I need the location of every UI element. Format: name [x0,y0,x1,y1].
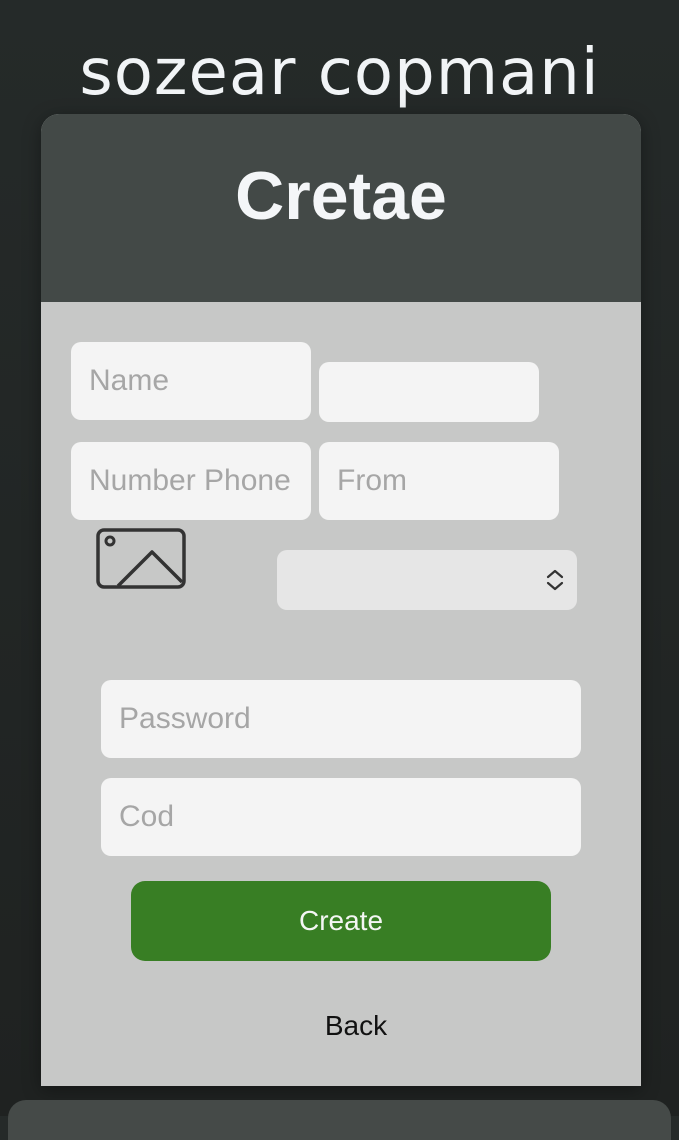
category-select-input[interactable] [277,550,577,610]
code-input[interactable] [101,778,581,856]
password-input[interactable] [101,680,581,758]
site-title: sozear copmani [79,36,600,110]
image-icon[interactable] [96,528,188,592]
card-header: Cretae [41,114,641,302]
create-card: Cretae Create Back [41,114,641,1086]
name-input[interactable] [71,342,311,420]
card-title: Cretae [235,158,447,234]
phone-input[interactable] [71,442,311,520]
create-button[interactable]: Create [131,881,551,961]
category-select[interactable] [277,550,577,610]
back-link[interactable]: Back [256,1004,456,1048]
from-input[interactable] [319,442,559,520]
bottom-sheet [8,1100,671,1140]
extra-input[interactable] [319,362,539,422]
